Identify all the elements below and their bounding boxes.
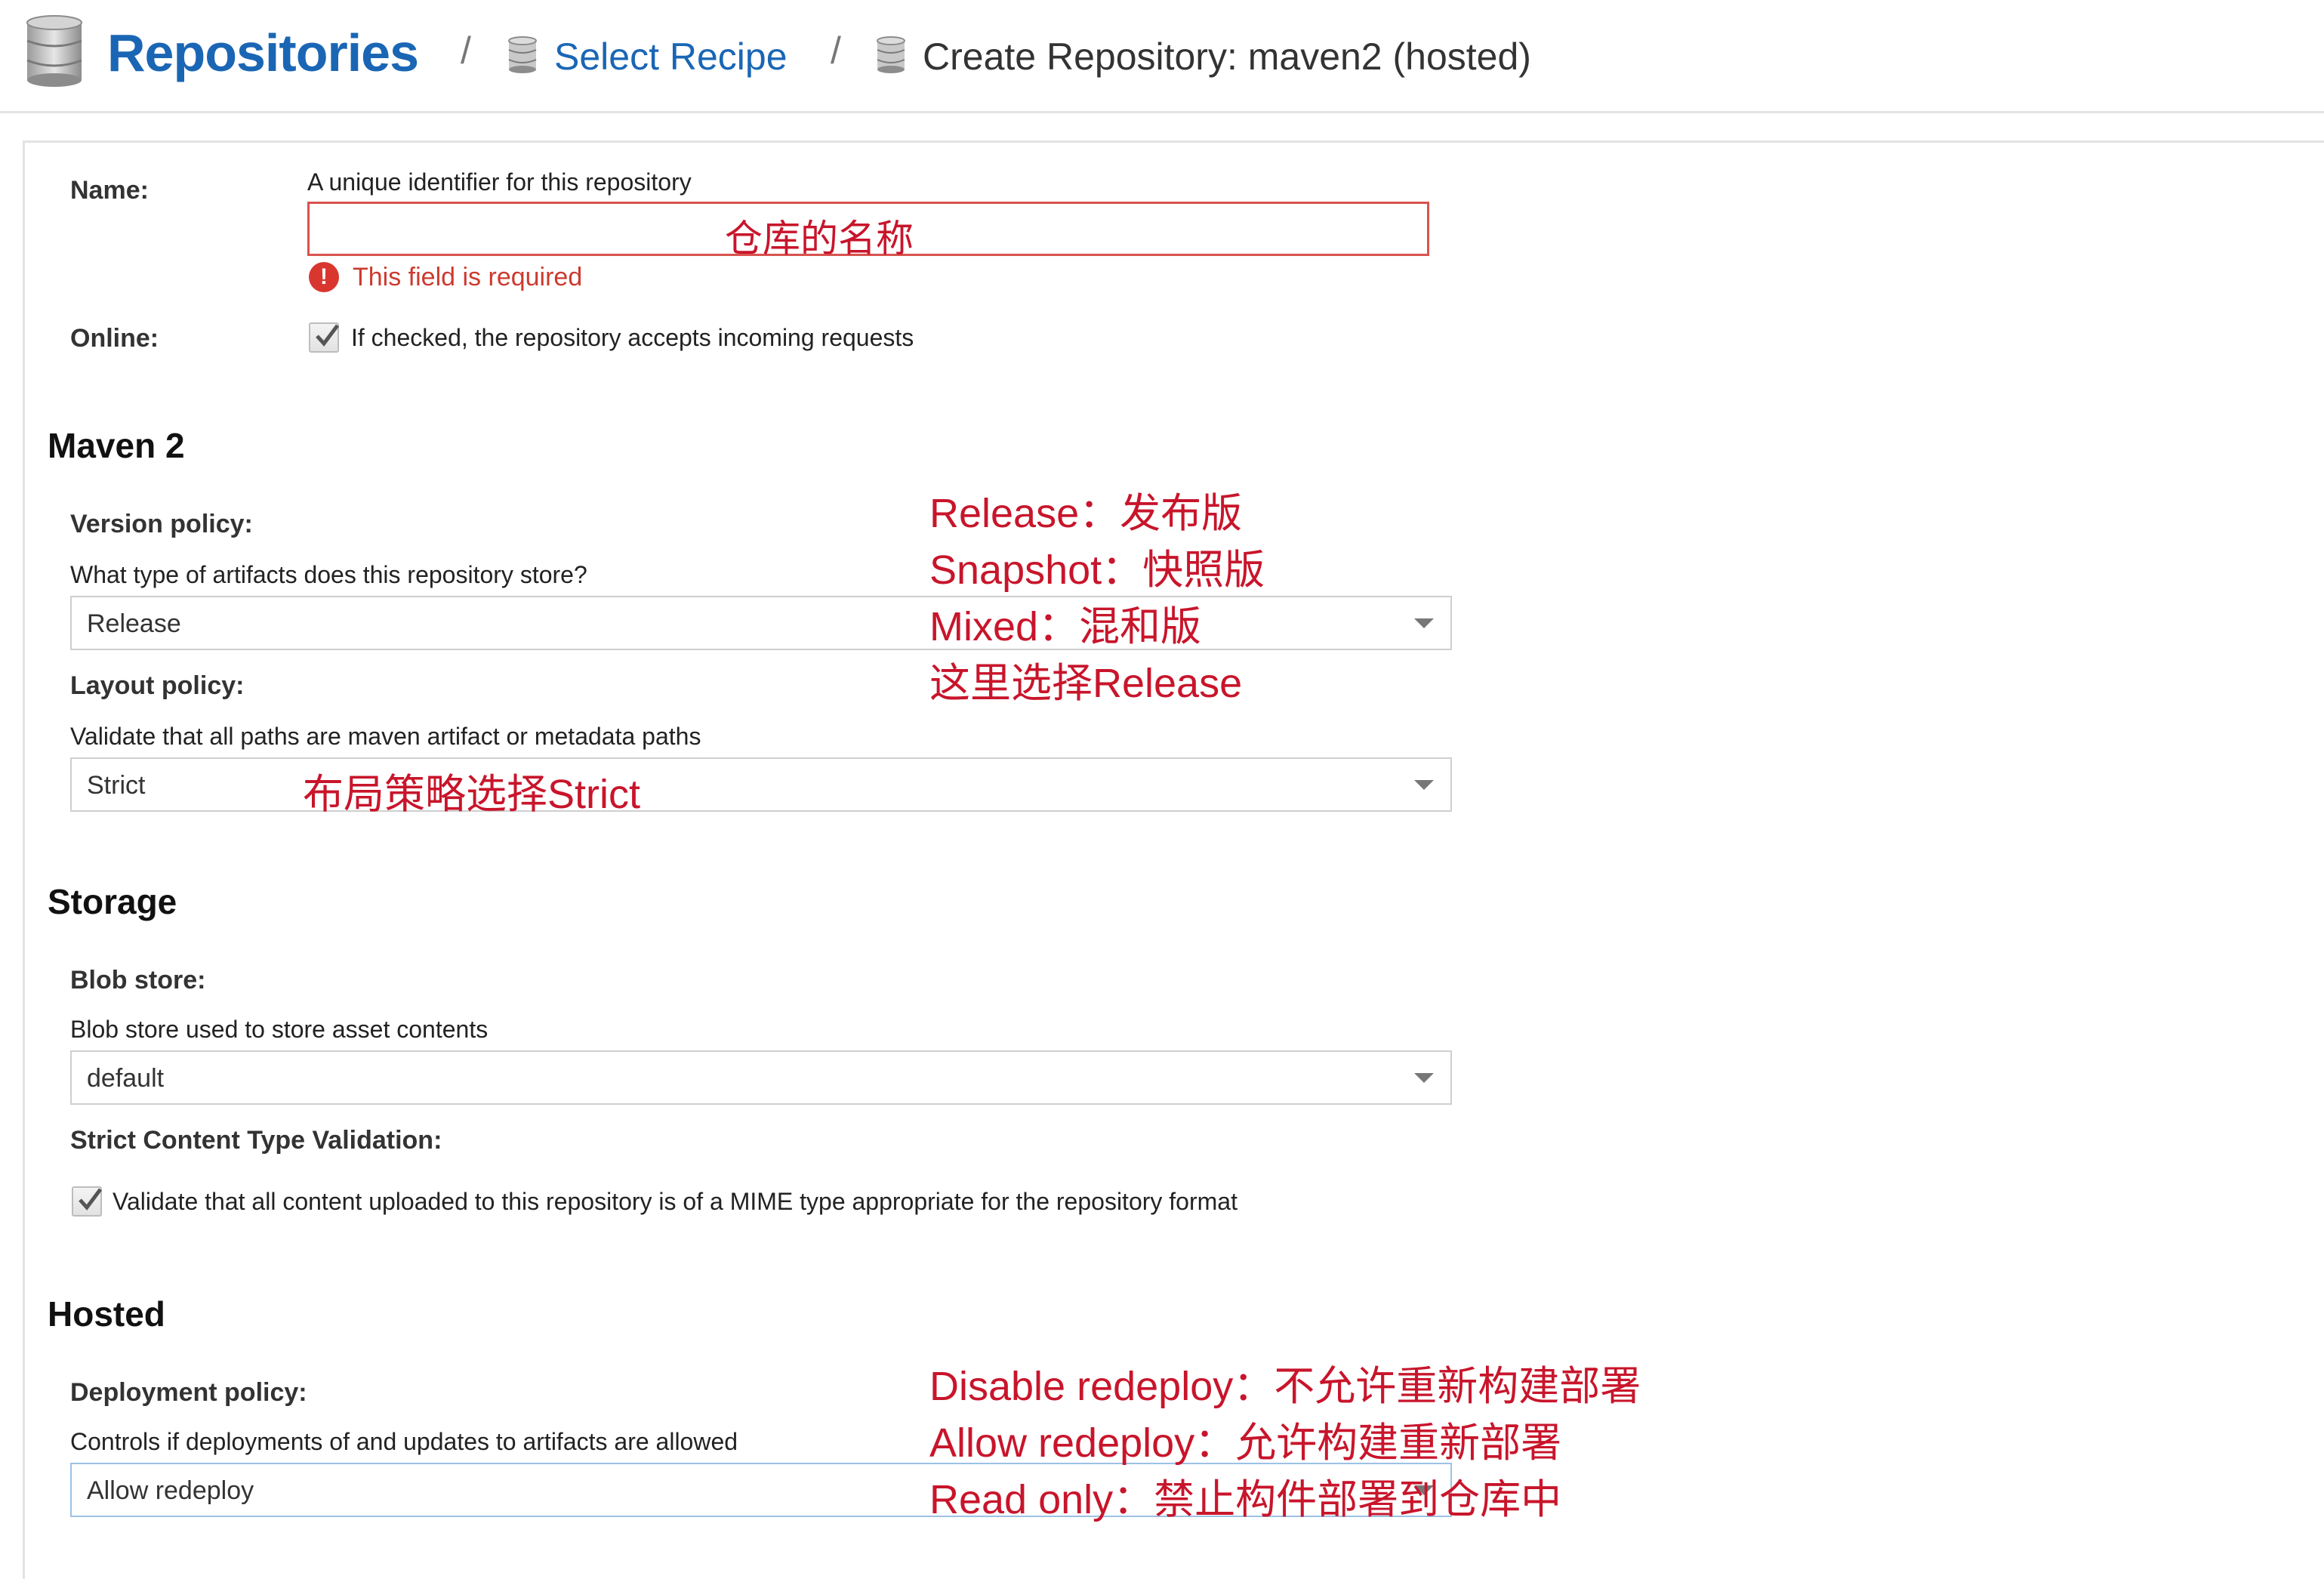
breadcrumb-select-recipe[interactable]: Select Recipe [507, 30, 788, 83]
version-policy-help: What type of artifacts does this reposit… [70, 561, 587, 588]
strict-content-help: Validate that all content uploaded to th… [113, 1188, 1238, 1215]
deployment-annotation-2: Allow redeploy：允许构建重新部署 [929, 1420, 1562, 1466]
breadcrumb-root[interactable]: Repositories [24, 14, 419, 91]
blob-store-value: default [87, 1064, 165, 1093]
blob-store-select[interactable]: default [70, 1050, 1452, 1105]
breadcrumb-separator: / [461, 29, 471, 72]
breadcrumb-select-recipe-label[interactable]: Select Recipe [554, 35, 788, 79]
blob-store-help: Blob store used to store asset contents [70, 1016, 489, 1043]
breadcrumb-bar: Repositories / Select Recipe / Create Re… [0, 0, 2324, 113]
version-policy-label: Version policy: [70, 510, 253, 538]
name-label: Name: [70, 176, 149, 205]
database-icon [876, 35, 906, 78]
maven-section-title: Maven 2 [48, 426, 185, 465]
breadcrumb-root-label[interactable]: Repositories [107, 23, 419, 83]
version-policy-select[interactable]: Release [70, 596, 1452, 650]
database-icon [507, 35, 538, 78]
layout-policy-label: Layout policy: [70, 671, 245, 700]
hosted-section-title: Hosted [48, 1294, 165, 1334]
chevron-down-icon [1414, 1073, 1434, 1083]
layout-policy-select[interactable]: Strict [70, 757, 1452, 812]
name-help: A unique identifier for this repository [307, 168, 692, 196]
online-label: Online: [70, 324, 159, 353]
create-repository-form: Name: A unique identifier for this repos… [23, 140, 2324, 1579]
deployment-annotation-1: Disable redeploy：不允许重新构建部署 [929, 1364, 1641, 1409]
breadcrumb-separator: / [831, 29, 841, 72]
version-annotation-1: Release：发布版 [929, 491, 1243, 536]
deployment-policy-label: Deployment policy: [70, 1378, 307, 1407]
breadcrumb-current-label: Create Repository: maven2 (hosted) [923, 35, 1531, 78]
name-error: ! This field is required [309, 262, 582, 292]
name-annotation: 仓库的名称 [725, 217, 914, 260]
layout-policy-help: Validate that all paths are maven artifa… [70, 723, 701, 750]
storage-section-title: Storage [48, 882, 177, 921]
version-annotation-3: Mixed：混和版 [929, 604, 1202, 649]
error-icon: ! [309, 262, 339, 292]
strict-content-checkbox[interactable] [72, 1186, 102, 1217]
blob-store-label: Blob store: [70, 966, 206, 995]
chevron-down-icon [1414, 618, 1434, 628]
strict-content-label: Strict Content Type Validation: [70, 1126, 442, 1155]
breadcrumb-current: Create Repository: maven2 (hosted) [876, 30, 1531, 83]
name-error-text: This field is required [353, 262, 583, 291]
online-help: If checked, the repository accepts incom… [351, 324, 914, 351]
deployment-policy-value: Allow redeploy [87, 1476, 254, 1505]
deployment-annotation-3: Read only：禁止构件部署到仓库中 [929, 1477, 1562, 1522]
version-annotation-4: 这里选择Release [929, 661, 1243, 706]
layout-policy-annotation: 布局策略选择Strict [303, 772, 641, 817]
version-annotation-2: Snapshot：快照版 [929, 547, 1265, 593]
deployment-policy-help: Controls if deployments of and updates t… [70, 1428, 738, 1455]
online-checkbox[interactable] [309, 322, 339, 353]
layout-policy-value: Strict [87, 771, 146, 800]
name-input[interactable]: 仓库的名称 [307, 202, 1429, 260]
database-icon [24, 14, 85, 91]
version-policy-value: Release [87, 609, 181, 638]
chevron-down-icon [1414, 780, 1434, 790]
